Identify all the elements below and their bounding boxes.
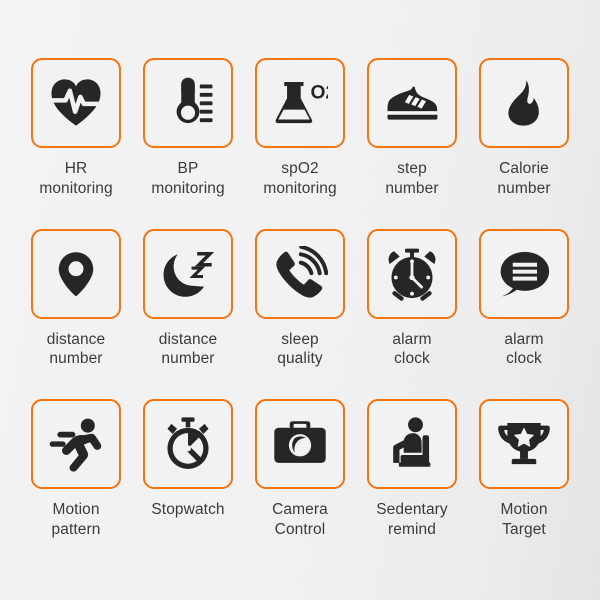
icon-card-bp-monitoring[interactable] [143, 58, 233, 148]
icon-card-stopwatch[interactable] [143, 399, 233, 490]
feature-label: Motion pattern [51, 501, 101, 539]
running-person-icon [49, 418, 102, 472]
feature-label: alarm clock [392, 330, 432, 368]
icon-card-motion-target[interactable] [479, 399, 569, 490]
flask-o2-label: O2 [311, 83, 329, 104]
feature-cell-camera-control[interactable]: Camera Control [244, 399, 356, 570]
camera-icon [274, 421, 326, 464]
feature-label: distance number [46, 330, 106, 368]
flame-icon [508, 80, 539, 126]
feature-label: BP monitoring [151, 160, 225, 197]
flask-o2-icon: O2 [275, 82, 329, 124]
icon-card-camera-control[interactable] [255, 399, 345, 490]
thermometer-icon [176, 77, 213, 124]
stopwatch-icon [167, 417, 209, 470]
feature-label: step number [385, 160, 439, 197]
feature-label: Camera Control [272, 501, 328, 539]
feature-label: HR monitoring [39, 160, 113, 197]
feature-cell-bp-monitoring[interactable]: BP monitoring [132, 58, 244, 229]
feature-cell-message-alert[interactable]: alarm clock [468, 228, 580, 400]
icon-card-message-alert[interactable] [479, 228, 569, 319]
feature-cell-stopwatch[interactable]: Stopwatch [132, 399, 244, 570]
sneaker-icon [387, 86, 438, 120]
icon-card-distance-number-moon[interactable] [143, 228, 233, 319]
feature-cell-motion-target[interactable]: Motion Target [468, 399, 580, 570]
icon-card-hr-monitoring[interactable] [31, 58, 121, 148]
phone-ringing-icon [276, 245, 328, 298]
icon-card-spo2-monitoring[interactable]: O2 [255, 58, 345, 148]
feature-cell-motion-pattern[interactable]: Motion pattern [20, 399, 132, 570]
trophy-star-icon [498, 423, 550, 465]
feature-cell-spo2-monitoring[interactable]: O2 spO2 monitoring [244, 58, 356, 229]
feature-cell-sedentary-remind[interactable]: Sedentary remind [356, 399, 468, 570]
feature-label: spO2 monitoring [263, 160, 337, 197]
feature-cell-sleep-quality[interactable]: sleep quality [244, 228, 356, 400]
feature-label: sleep quality [277, 330, 323, 368]
speech-bubble-icon [500, 251, 550, 297]
feature-cell-alarm-clock[interactable]: alarm clock [356, 228, 468, 400]
icon-card-calorie-number[interactable] [479, 58, 569, 148]
feature-cell-distance-number-pin[interactable]: distance number [20, 228, 132, 400]
icon-card-step-number[interactable] [367, 58, 457, 148]
feature-label: Motion Target [500, 501, 548, 539]
icon-card-alarm-clock[interactable] [367, 228, 457, 319]
sedentary-person-icon [393, 417, 431, 468]
feature-cell-distance-number-moon[interactable]: distance number [132, 228, 244, 400]
feature-label: distance number [158, 330, 218, 368]
feature-cell-step-number[interactable]: step number [356, 58, 468, 229]
map-pin-icon [58, 251, 94, 296]
icon-card-distance-number-pin[interactable] [31, 228, 121, 319]
icon-card-sedentary-remind[interactable] [367, 399, 457, 490]
feature-cell-calorie-number[interactable]: Calorie number [468, 58, 580, 229]
feature-label: Sedentary remind [376, 501, 448, 539]
feature-grid: HR monitoring BP monitoring O2 [0, 0, 600, 600]
feature-cell-hr-monitoring[interactable]: HR monitoring [20, 58, 132, 229]
icon-card-sleep-quality[interactable] [255, 228, 345, 319]
feature-label: Calorie number [497, 160, 551, 197]
moon-sleep-icon [163, 251, 215, 297]
feature-label: alarm clock [504, 330, 544, 368]
heart-pulse-icon [50, 79, 102, 126]
feature-label: Stopwatch [151, 501, 225, 519]
icon-card-motion-pattern[interactable] [31, 399, 121, 490]
alarm-clock-icon [388, 248, 436, 301]
